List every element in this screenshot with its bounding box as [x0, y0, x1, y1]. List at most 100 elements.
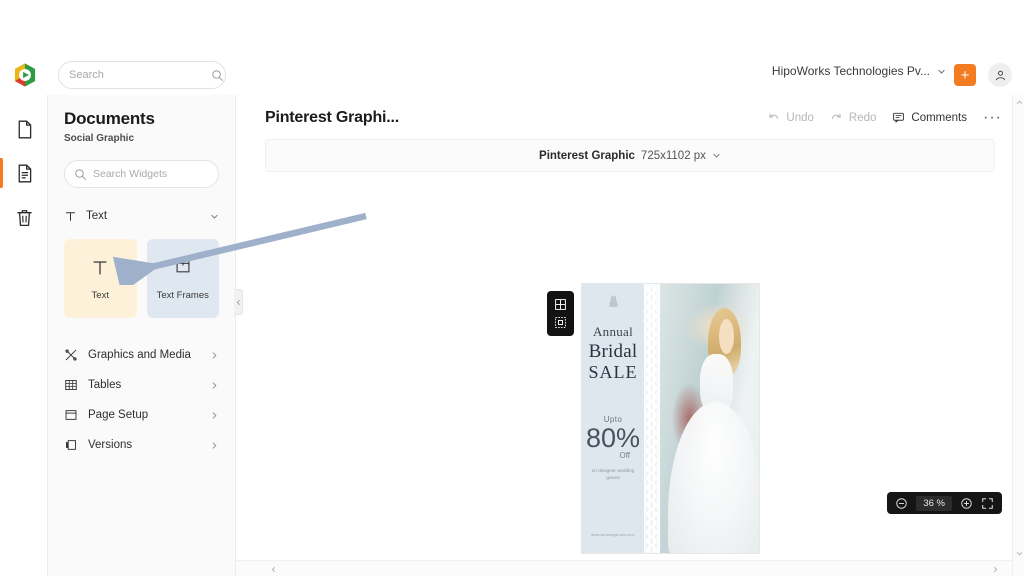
caret-down-icon — [1016, 551, 1022, 555]
rail-item-trash[interactable] — [0, 195, 48, 239]
canvas-size-dimensions: 725x1102 px — [640, 149, 706, 162]
menu-item-page-setup[interactable]: Page Setup — [64, 400, 219, 430]
menu-item-versions[interactable]: Versions — [64, 430, 219, 460]
canvas-size-bar[interactable]: Pinterest Graphic 725x1102 px — [265, 139, 995, 172]
poster-percent-text: 80% — [585, 423, 641, 453]
chevron-down-icon[interactable] — [712, 151, 721, 160]
app-root: HipoWorks Technologies Pv... + — [0, 0, 1024, 576]
canvas-size-name: Pinterest Graphic — [539, 149, 635, 162]
top-bar: HipoWorks Technologies Pv... + — [0, 0, 1024, 95]
menu-label: Page Setup — [88, 409, 149, 421]
text-t-icon — [93, 260, 107, 274]
table-grid-icon — [65, 380, 77, 390]
undo-label: Undo — [786, 111, 814, 124]
caret-left-icon — [271, 566, 275, 572]
zoom-level-value[interactable]: 36 % — [916, 495, 952, 511]
text-widget-card[interactable]: Text — [64, 239, 137, 318]
text-frames-widget-label: Text Frames — [156, 289, 209, 301]
versions-icon — [66, 440, 76, 450]
organization-selector[interactable]: HipoWorks Technologies Pv... — [772, 64, 946, 78]
text-t-icon — [66, 211, 75, 221]
layout-grid-icon[interactable] — [554, 298, 567, 311]
rail-item-documents[interactable] — [0, 107, 48, 151]
zoom-out-circle-icon[interactable] — [895, 497, 908, 510]
fit-to-screen-icon[interactable] — [981, 497, 994, 510]
section-label-text: Text — [86, 210, 108, 222]
scroll-left-button[interactable] — [266, 562, 280, 576]
canvas-tool-strip — [547, 291, 574, 336]
zoom-number: 36 — [923, 497, 934, 509]
chevron-right-icon — [212, 411, 217, 419]
document-actions: Undo Redo Comments ··· — [767, 110, 1002, 125]
global-search[interactable] — [58, 61, 226, 89]
chevron-left-icon — [236, 299, 240, 305]
text-widget-label: Text — [91, 289, 109, 301]
undo-arrow-icon — [769, 113, 779, 120]
panel-menu-list: Graphics and Media Tables Page Setup Ver… — [64, 340, 219, 460]
search-input[interactable] — [69, 69, 211, 81]
poster-bride-photo — [660, 284, 759, 553]
scroll-down-button[interactable] — [1013, 546, 1024, 560]
chevron-right-icon — [212, 351, 217, 359]
text-frames-widget-card[interactable]: Text Frames — [146, 239, 219, 318]
poster-bridal-text: Bridal — [588, 341, 638, 362]
menu-label: Graphics and Media — [88, 349, 191, 361]
vertical-scrollbar[interactable] — [1012, 95, 1024, 576]
blank-document-icon — [18, 120, 31, 138]
poster-note-text: on designer wedding gowns — [591, 468, 635, 480]
panel-collapse-handle[interactable] — [234, 289, 243, 315]
left-icon-rail — [0, 95, 48, 576]
search-icon — [75, 168, 86, 180]
create-new-button[interactable]: + — [954, 64, 976, 86]
comments-button[interactable]: Comments — [892, 111, 967, 124]
widget-search[interactable] — [64, 160, 228, 188]
panel-title: Documents — [64, 109, 155, 128]
zoho-show-logo-icon[interactable] — [12, 62, 38, 88]
redo-label: Redo — [848, 111, 877, 124]
user-avatar-icon — [995, 70, 1005, 80]
chevron-down-icon — [938, 69, 945, 74]
caret-up-icon — [1016, 100, 1022, 104]
comments-label: Comments — [911, 111, 968, 124]
redo-button[interactable]: Redo — [830, 111, 877, 124]
menu-item-graphics-and-media[interactable]: Graphics and Media — [64, 340, 219, 370]
chevron-down-icon[interactable] — [210, 212, 219, 221]
dress-icon — [608, 295, 618, 308]
undo-button[interactable]: Undo — [767, 111, 814, 124]
poster-url-text: www.weddingstudio.com — [591, 533, 635, 537]
editor-area: Pinterest Graphi... Undo Redo Comments ·… — [236, 95, 1024, 576]
redo-arrow-icon — [831, 113, 841, 120]
chevron-right-icon — [212, 441, 217, 449]
search-icon — [212, 69, 223, 81]
page-setup-icon — [65, 410, 77, 420]
create-new-label: + — [960, 66, 970, 84]
zoom-control: 36 % — [887, 492, 1002, 514]
chevron-right-icon — [212, 381, 217, 389]
scroll-right-button[interactable] — [988, 562, 1002, 576]
organization-name: HipoWorks Technologies Pv... — [771, 64, 930, 78]
document-lines-icon — [18, 164, 31, 182]
menu-label: Tables — [88, 379, 122, 391]
document-title: Pinterest Graphi... — [265, 109, 400, 126]
menu-item-tables[interactable]: Tables — [64, 370, 219, 400]
text-frame-icon — [176, 260, 190, 272]
widget-search-input[interactable] — [93, 168, 228, 180]
poster-document[interactable]: Annual Bridal SALE Upto 80% Off on desig… — [582, 284, 759, 553]
trash-icon — [16, 209, 32, 226]
scroll-up-button[interactable] — [1013, 95, 1024, 109]
widget-cards: Text Text Frames — [64, 239, 219, 318]
panel-subtitle: Social Graphic — [64, 133, 135, 144]
section-header-text[interactable]: Text — [64, 205, 219, 227]
comment-bubble-icon — [893, 112, 905, 123]
documents-panel: Documents Social Graphic Text — [48, 95, 236, 576]
zoom-in-circle-icon[interactable] — [960, 497, 973, 510]
graphics-media-icon — [65, 349, 77, 361]
crop-marquee-icon[interactable] — [554, 316, 567, 329]
menu-label: Versions — [88, 439, 133, 451]
rail-item-current-document[interactable] — [0, 151, 48, 195]
user-avatar[interactable] — [988, 63, 1012, 87]
poster-lace-divider — [644, 284, 660, 553]
horizontal-scrollbar[interactable] — [236, 560, 1012, 576]
photo-gown — [667, 402, 759, 553]
more-options-icon[interactable]: ··· — [983, 110, 1002, 125]
